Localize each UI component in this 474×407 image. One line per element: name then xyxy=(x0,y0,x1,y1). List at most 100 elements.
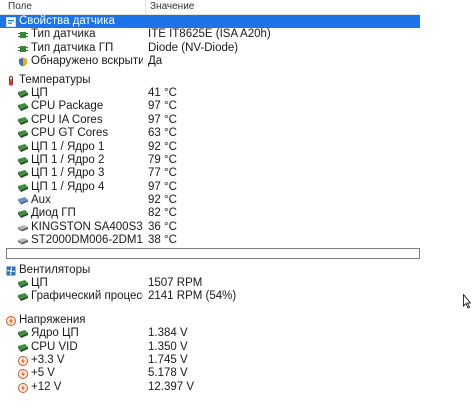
list-item[interactable]: ЦП 1 / Ядро 4 97 °C xyxy=(0,181,420,194)
item-label: +12 V xyxy=(31,380,62,393)
fan-icon xyxy=(6,266,16,276)
item-value: ITE IT8625E (ISA A20h) xyxy=(148,28,271,41)
cpu-icon xyxy=(18,330,28,339)
group-label: Напряжения xyxy=(19,313,86,326)
cpu-icon xyxy=(18,103,28,112)
voltage-icon xyxy=(6,315,16,326)
item-value: 79 °C xyxy=(148,153,177,166)
item-value: 5.178 V xyxy=(148,367,188,380)
list-item[interactable]: ЦП 41 °C xyxy=(0,87,420,100)
item-label: Диод ГП xyxy=(31,207,76,220)
column-header-value[interactable]: Значение xyxy=(150,0,194,14)
cpu-icon xyxy=(18,170,28,179)
list-item[interactable]: Тип датчика ГП Diode (NV-Diode) xyxy=(0,42,420,55)
chip-icon xyxy=(18,45,28,52)
list-item[interactable]: ЦП 1507 RPM xyxy=(0,277,420,290)
item-value: 97 °C xyxy=(148,100,177,113)
chip-icon xyxy=(18,32,28,39)
empty-row-box xyxy=(6,247,420,259)
item-label: KINGSTON SA400S37120G xyxy=(31,220,143,233)
bolt-icon xyxy=(18,382,28,393)
item-label: ЦП xyxy=(31,277,48,290)
list-item[interactable]: Ядро ЦП 1.384 V xyxy=(0,327,420,340)
disk-icon xyxy=(18,238,28,245)
item-label: CPU VID xyxy=(31,340,78,353)
cpu-icon xyxy=(18,280,28,289)
item-label: ЦП 1 / Ядро 4 xyxy=(31,180,105,193)
list-item[interactable]: KINGSTON SA400S37120G 36 °C xyxy=(0,221,420,234)
thermometer-icon xyxy=(8,75,14,86)
bolt-icon xyxy=(18,355,28,366)
item-value: 97 °C xyxy=(148,180,177,193)
motherboard-icon xyxy=(18,197,28,205)
mouse-cursor-icon xyxy=(463,294,471,309)
list-item[interactable]: Aux 92 °C xyxy=(0,194,420,207)
cpu-icon xyxy=(18,143,28,152)
item-value: 36 °C xyxy=(148,220,177,233)
list-item[interactable]: Тип датчика ITE IT8625E (ISA A20h) xyxy=(0,28,420,41)
item-label: Тип датчика xyxy=(31,28,96,41)
item-label: ЦП 1 / Ядро 2 xyxy=(31,153,105,166)
item-label: Aux xyxy=(31,194,51,207)
item-value: 1.384 V xyxy=(148,327,188,340)
cpu-icon xyxy=(18,156,28,165)
cpu-icon xyxy=(18,89,28,98)
list-item[interactable]: ЦП 1 / Ядро 2 79 °C xyxy=(0,154,420,167)
item-label: Обнаружено вскрытие кор... xyxy=(31,55,143,68)
item-label: Тип датчика ГП xyxy=(31,41,114,54)
item-value: 63 °C xyxy=(148,127,177,140)
item-value: 92 °C xyxy=(148,194,177,207)
list-item[interactable]: ST2000DM006-2DM164 38 °C xyxy=(0,234,420,247)
shield-icon xyxy=(19,57,27,67)
item-value: 12.397 V xyxy=(148,380,195,393)
item-value: Diode (NV-Diode) xyxy=(148,41,239,54)
gpu-icon xyxy=(18,293,28,302)
list-item[interactable]: +5 V 5.178 V xyxy=(0,367,420,380)
sensor-props-icon xyxy=(6,17,16,27)
group-label: Вентиляторы xyxy=(19,263,91,276)
item-label: ST2000DM006-2DM164 xyxy=(31,234,143,247)
sensor-list: Свойства датчика Тип датчика ITE IT8625E… xyxy=(0,15,420,394)
cpu-icon xyxy=(18,116,28,125)
cpu-icon xyxy=(18,130,28,139)
item-label: ЦП 1 / Ядро 3 xyxy=(31,167,105,180)
item-value: 1.745 V xyxy=(148,353,188,366)
column-header: Поле Значение xyxy=(0,0,420,15)
group-sensor-properties[interactable]: Свойства датчика xyxy=(0,15,420,29)
item-value: 1.350 V xyxy=(148,340,188,353)
cpu-icon xyxy=(18,183,28,192)
item-value: 82 °C xyxy=(148,207,177,220)
bolt-icon xyxy=(18,369,28,380)
disk-icon xyxy=(18,224,28,232)
list-item[interactable]: Графический процессор 2141 RPM (54%) xyxy=(0,290,420,303)
list-item[interactable]: CPU GT Cores 63 °C xyxy=(0,127,420,140)
group-voltages[interactable]: Напряжения xyxy=(0,314,420,327)
list-item[interactable]: +3.3 V 1.745 V xyxy=(0,354,420,367)
column-separator[interactable] xyxy=(145,0,146,14)
list-item[interactable]: CPU VID 1.350 V xyxy=(0,341,420,354)
item-value: Да xyxy=(148,55,163,68)
group-label: Свойства датчика xyxy=(19,15,115,27)
list-item[interactable]: Обнаружено вскрытие кор... Да xyxy=(0,55,420,68)
group-label: Температуры xyxy=(19,73,91,86)
gpu-icon xyxy=(18,210,28,219)
list-item[interactable]: ЦП 1 / Ядро 3 77 °C xyxy=(0,167,420,180)
list-item[interactable]: Диод ГП 82 °C xyxy=(0,207,420,220)
column-header-field[interactable]: Поле xyxy=(8,0,32,14)
list-item[interactable]: CPU IA Cores 97 °C xyxy=(0,114,420,127)
item-label: ЦП 1 / Ядро 1 xyxy=(31,140,105,153)
item-value: 77 °C xyxy=(148,167,177,180)
item-label: ЦП xyxy=(31,86,48,99)
list-item[interactable]: +12 V 12.397 V xyxy=(0,381,420,394)
item-label: +5 V xyxy=(31,367,55,380)
item-value: 92 °C xyxy=(148,140,177,153)
list-item[interactable]: CPU Package 97 °C xyxy=(0,100,420,113)
group-fans[interactable]: Вентиляторы xyxy=(0,264,420,277)
item-label: CPU IA Cores xyxy=(31,113,103,126)
item-value: 2141 RPM (54%) xyxy=(148,290,237,303)
item-label: CPU GT Cores xyxy=(31,127,109,140)
list-item[interactable]: ЦП 1 / Ядро 1 92 °C xyxy=(0,141,420,154)
group-temperatures[interactable]: Температуры xyxy=(0,74,420,87)
item-label: +3.3 V xyxy=(31,353,65,366)
item-value: 38 °C xyxy=(148,234,177,247)
